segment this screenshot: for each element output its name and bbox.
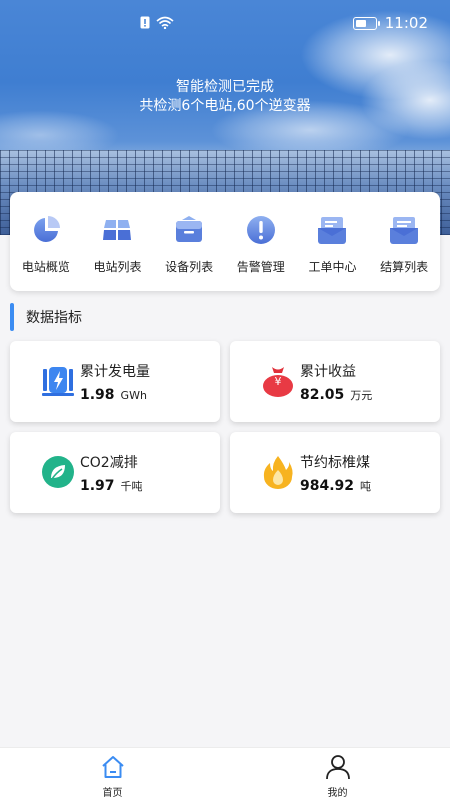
metric-label: 节约标椎煤: [300, 455, 370, 471]
metric-number: 1.98: [80, 387, 115, 403]
nav-label: 我的: [327, 788, 348, 799]
status-bar: 11:02: [0, 0, 450, 48]
flame-icon: [263, 456, 293, 489]
status-time: 11:02: [384, 14, 428, 32]
metric-value: 1.98 GWh: [80, 387, 147, 403]
nav-profile[interactable]: 我的: [225, 748, 450, 800]
metric-unit: 千吨: [120, 480, 143, 493]
home-icon: [101, 756, 124, 778]
menu-label: 告警管理: [236, 260, 285, 274]
metric-label: CO2减排: [80, 455, 138, 471]
section-title: 数据指标: [26, 310, 82, 326]
menu-station-overview[interactable]: 电站概览: [12, 214, 80, 275]
quick-menu: 电站概览 电站列表 设备列表 告警管理 工单中心 结算列表: [10, 192, 440, 291]
metric-card-revenue[interactable]: ¥ 累计收益 82.05 万元: [230, 341, 440, 422]
metric-value: 1.97 千吨: [80, 478, 143, 494]
header-title: 智能检测已完成: [176, 79, 274, 95]
metric-card-co2[interactable]: CO2减排 1.97 千吨: [10, 432, 220, 513]
inbox-doc-icon: [318, 217, 347, 244]
metric-value: 82.05 万元: [300, 387, 372, 403]
svg-text:¥: ¥: [275, 375, 282, 388]
menu-device-list[interactable]: 设备列表: [155, 214, 223, 275]
pie-chart-icon: [33, 216, 60, 242]
header-subtitle: 共检测6个电站,60个逆变器: [139, 98, 311, 114]
metric-card-coal[interactable]: 节约标椎煤 984.92 吨: [230, 432, 440, 513]
leaf-icon: [42, 456, 74, 488]
bottom-navigation: 首页 我的: [0, 747, 450, 800]
metric-number: 984.92: [300, 478, 355, 494]
alert-icon: [246, 216, 275, 244]
metric-card-generation[interactable]: 累计发电量 1.98 GWh: [10, 341, 220, 422]
menu-settlement-list[interactable]: 结算列表: [370, 214, 438, 275]
wifi-icon: [156, 16, 174, 29]
nav-label: 首页: [102, 788, 123, 799]
menu-label: 结算列表: [380, 260, 429, 274]
metric-label: 累计发电量: [80, 364, 150, 380]
menu-work-order-center[interactable]: 工单中心: [298, 214, 366, 275]
section-header: 数据指标: [10, 302, 82, 332]
metric-unit: 万元: [350, 389, 373, 402]
menu-station-list[interactable]: 电站列表: [83, 214, 151, 275]
menu-label: 电站概览: [21, 260, 70, 274]
sim-alert-icon: [140, 16, 150, 29]
section-accent-bar: [10, 303, 14, 331]
money-bag-icon: ¥: [263, 367, 293, 397]
metric-number: 82.05: [300, 387, 345, 403]
menu-alarm-management[interactable]: 告警管理: [227, 214, 295, 275]
metric-number: 1.97: [80, 478, 115, 494]
menu-label: 电站列表: [93, 260, 142, 274]
metric-value: 984.92 吨: [300, 478, 371, 494]
generator-icon: [42, 367, 74, 396]
user-icon: [325, 755, 350, 780]
metric-label: 累计收益: [300, 364, 356, 380]
metric-unit: 吨: [360, 480, 372, 493]
battery-icon: [352, 16, 380, 30]
nav-home[interactable]: 首页: [0, 748, 225, 800]
menu-label: 工单中心: [308, 260, 357, 274]
grid-panels-icon: [103, 220, 132, 240]
inbox-list-icon: [390, 217, 419, 244]
menu-label: 设备列表: [165, 260, 214, 274]
briefcase-icon: [176, 216, 203, 242]
metric-unit: GWh: [120, 389, 147, 402]
